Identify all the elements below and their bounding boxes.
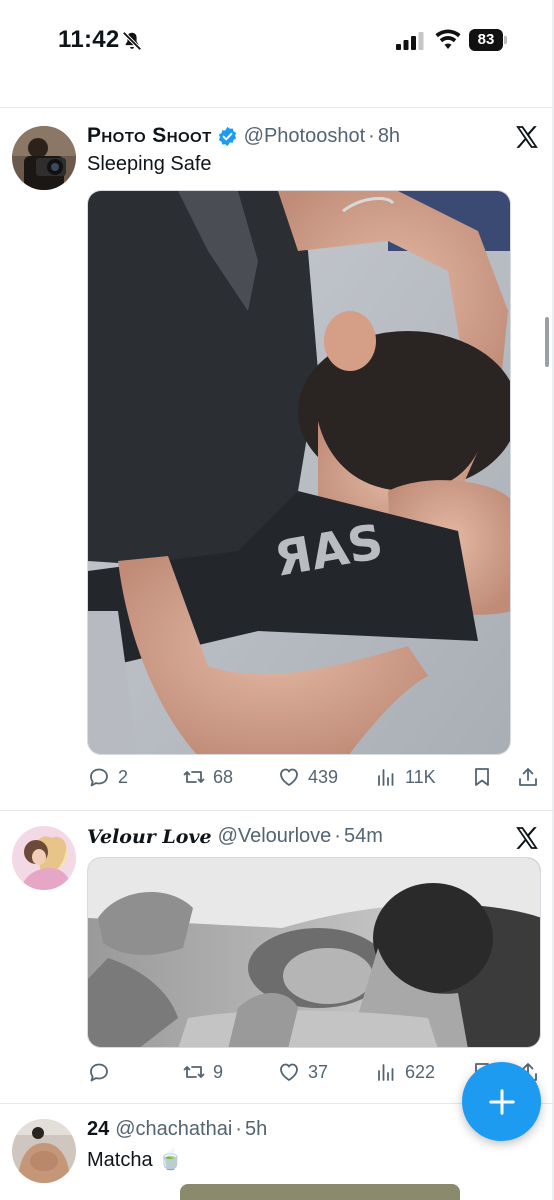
wifi-icon — [435, 29, 461, 49]
status-time: 11:42 — [58, 26, 120, 53]
avatar[interactable] — [12, 126, 76, 190]
photo-sleeping-couple: ЯAS — [88, 191, 510, 754]
retweet-count: 9 — [213, 1061, 224, 1082]
retweet-button[interactable]: 9 — [182, 1060, 223, 1084]
tweet-image-partial[interactable] — [180, 1184, 460, 1200]
photo-couple-bw — [88, 858, 540, 1047]
tweet-text: Matcha 🍵 — [87, 1149, 184, 1171]
tweet-divider — [0, 810, 554, 811]
tweet-header: Velour Love @Velourlove · 54m — [87, 825, 383, 848]
x-logo-icon[interactable] — [514, 825, 540, 851]
reply-count: 2 — [118, 766, 129, 787]
reply-button[interactable] — [87, 1060, 118, 1084]
reply-icon — [90, 768, 108, 787]
share-button[interactable] — [516, 765, 540, 789]
battery-level: 83 — [469, 29, 503, 51]
avatar-photographer-image — [12, 126, 76, 190]
cellular-signal-icon — [396, 32, 424, 50]
tweet-text: Sleeping Safe — [87, 153, 212, 175]
avatar[interactable] — [12, 826, 76, 890]
avatar[interactable] — [12, 1119, 76, 1183]
views-count: 622 — [405, 1061, 436, 1082]
share-icon — [519, 768, 537, 786]
compose-plus-icon — [488, 1088, 515, 1115]
like-count: 439 — [308, 766, 339, 787]
like-icon — [280, 768, 298, 786]
tweet-actions: 2 68 439 11K — [87, 765, 542, 795]
battery-icon: 83 — [469, 29, 509, 51]
bookmark-button[interactable] — [470, 765, 494, 789]
views-icon — [378, 769, 394, 786]
author-name[interactable]: Photo Shoot — [87, 124, 212, 148]
tweet-time[interactable]: 8h — [378, 125, 400, 148]
reply-button[interactable]: 2 — [87, 765, 128, 789]
like-button[interactable]: 439 — [277, 765, 338, 789]
retweet-count: 68 — [213, 766, 234, 787]
battery-cap — [504, 36, 507, 44]
tweet-time[interactable]: 54m — [344, 825, 383, 848]
header-divider — [0, 107, 554, 108]
like-button[interactable]: 37 — [277, 1060, 328, 1084]
retweet-button[interactable]: 68 — [182, 765, 233, 789]
status-bar: 11:42 83 — [0, 0, 554, 82]
views-button[interactable]: 622 — [374, 1060, 435, 1084]
separator-dot: · — [334, 825, 341, 847]
author-name[interactable]: 24 — [87, 1118, 109, 1141]
x-logo-icon[interactable] — [514, 124, 540, 150]
scrollbar-thumb[interactable] — [545, 317, 549, 367]
views-button[interactable]: 11K — [374, 765, 436, 789]
tweet-header: 24 @chachathai · 5h — [87, 1118, 267, 1141]
separator-dot: · — [368, 124, 375, 147]
retweet-icon — [183, 1066, 205, 1078]
views-count: 11K — [405, 766, 436, 787]
author-handle[interactable]: @Velourlove — [218, 825, 332, 848]
retweet-icon — [183, 771, 205, 783]
bookmark-icon — [475, 768, 489, 786]
avatar-illustration-image — [12, 826, 76, 890]
compose-button[interactable] — [462, 1062, 541, 1141]
author-handle[interactable]: @Photooshot — [244, 125, 366, 148]
avatar-photo-image — [12, 1119, 76, 1183]
author-name[interactable]: Velour Love — [87, 826, 212, 848]
like-count: 37 — [308, 1061, 329, 1082]
reply-icon — [90, 1063, 108, 1082]
bell-slash-icon — [122, 31, 142, 51]
views-icon — [378, 1064, 394, 1081]
tweet-header: Photo Shoot @Photooshot · 8h — [87, 124, 400, 148]
tweet-image[interactable]: ЯAS — [87, 190, 511, 755]
tweet-time[interactable]: 5h — [245, 1118, 267, 1141]
verified-badge-icon — [218, 126, 236, 146]
like-icon — [280, 1063, 298, 1081]
separator-dot: · — [235, 1118, 242, 1140]
author-handle[interactable]: @chachathai — [115, 1118, 232, 1141]
tweet-image[interactable] — [87, 857, 541, 1048]
